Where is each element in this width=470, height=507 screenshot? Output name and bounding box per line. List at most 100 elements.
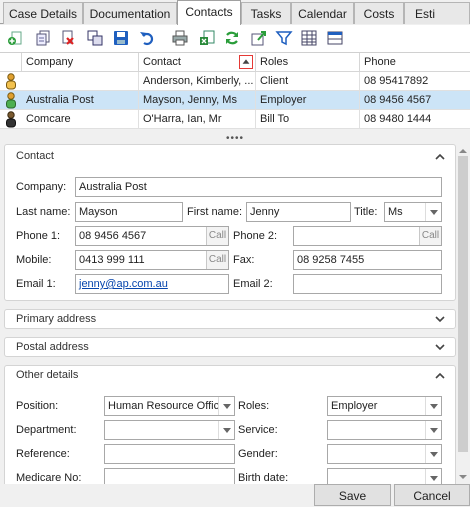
tab-contacts[interactable]: Contacts bbox=[177, 0, 241, 25]
tab-estimates[interactable]: Esti bbox=[404, 2, 470, 24]
grid-header-icon-col bbox=[0, 53, 22, 72]
call-phone2-button[interactable]: Call bbox=[419, 227, 441, 245]
print-icon[interactable] bbox=[170, 28, 190, 48]
cell-phone: 08 95417892 bbox=[364, 75, 429, 87]
chevron-down-icon[interactable] bbox=[218, 397, 234, 415]
scroll-thumb[interactable] bbox=[458, 156, 468, 452]
grid-header-contact-label: Contact bbox=[143, 56, 181, 68]
position-select[interactable]: Human Resource Offic bbox=[104, 396, 235, 416]
toolbar bbox=[0, 25, 470, 53]
phone1-field[interactable]: 08 9456 4567 Call bbox=[75, 226, 229, 246]
cell-contact: Mayson, Jenny, Ms bbox=[139, 91, 256, 110]
grid-header: Company Contact Roles Phone bbox=[0, 53, 470, 72]
grid-header-phone[interactable]: Phone bbox=[360, 53, 470, 72]
gender-select[interactable] bbox=[327, 444, 442, 464]
columns-icon[interactable] bbox=[299, 28, 319, 48]
call-mobile-button[interactable]: Call bbox=[206, 251, 228, 269]
call-phone1-button[interactable]: Call bbox=[206, 227, 228, 245]
roles-label: Roles: bbox=[238, 400, 270, 412]
medicare-field[interactable] bbox=[104, 468, 235, 484]
position-label: Position: bbox=[16, 400, 59, 412]
tab-case-details[interactable]: Case Details bbox=[3, 2, 83, 24]
section-title-postal-address: Postal address bbox=[16, 341, 89, 353]
table-row[interactable]: Anderson, Kimberly, ... Client 08 954178… bbox=[0, 72, 470, 91]
grid-header-roles[interactable]: Roles bbox=[256, 53, 360, 72]
fax-label: Fax: bbox=[233, 254, 255, 266]
section-title-primary-address: Primary address bbox=[16, 313, 97, 325]
import-icon[interactable] bbox=[249, 28, 269, 48]
birth-date-field[interactable] bbox=[327, 468, 442, 484]
reference-field[interactable] bbox=[104, 444, 235, 464]
chevron-down-icon[interactable] bbox=[425, 445, 441, 463]
save-icon[interactable] bbox=[111, 28, 131, 48]
scroll-down-icon[interactable] bbox=[456, 470, 470, 484]
duplicate-icon[interactable] bbox=[85, 28, 105, 48]
lastname-field[interactable]: Mayson bbox=[75, 202, 183, 222]
tab-costs[interactable]: Costs bbox=[354, 2, 404, 24]
department-label: Department: bbox=[16, 424, 77, 436]
copy-contact-icon[interactable] bbox=[33, 28, 53, 48]
mobile-field[interactable]: 0413 999 111 Call bbox=[75, 250, 229, 270]
chevron-down-icon[interactable] bbox=[425, 203, 441, 221]
chevron-down-icon[interactable] bbox=[435, 316, 445, 323]
table-row[interactable]: Comcare O'Harra, Ian, Mr Bill To 08 9480… bbox=[0, 110, 470, 129]
refresh-icon[interactable] bbox=[222, 28, 242, 48]
chevron-down-icon[interactable] bbox=[218, 421, 234, 439]
section-title-other-details: Other details bbox=[16, 369, 79, 381]
chevron-up-icon[interactable] bbox=[435, 153, 445, 160]
cell-company: Comcare bbox=[22, 110, 139, 129]
chevron-down-icon[interactable] bbox=[425, 469, 441, 484]
chevron-down-icon[interactable] bbox=[425, 397, 441, 415]
chevron-up-icon[interactable] bbox=[435, 372, 445, 379]
grid-header-company[interactable]: Company bbox=[22, 53, 139, 72]
chevron-down-icon[interactable] bbox=[435, 344, 445, 351]
email1-field[interactable]: jenny@ap.com.au bbox=[75, 274, 229, 294]
position-value: Human Resource Offic bbox=[108, 400, 220, 412]
roles-value: Employer bbox=[331, 400, 378, 412]
cancel-button[interactable]: Cancel bbox=[394, 484, 470, 506]
person-icon bbox=[5, 73, 17, 90]
tab-bar: Case Details Documentation Contacts Task… bbox=[0, 0, 470, 25]
roles-select[interactable]: Employer bbox=[327, 396, 442, 416]
birth-date-label: Birth date: bbox=[238, 472, 289, 484]
sort-ascending-icon[interactable] bbox=[239, 55, 253, 69]
postal-address-section[interactable]: Postal address bbox=[4, 337, 456, 357]
mobile-value: 0413 999 111 bbox=[79, 254, 145, 266]
tab-tasks[interactable]: Tasks bbox=[241, 2, 291, 24]
lastname-value: Mayson bbox=[79, 206, 118, 218]
gender-label: Gender: bbox=[238, 448, 278, 460]
save-button[interactable]: Save bbox=[314, 484, 391, 506]
phone2-label: Phone 2: bbox=[233, 230, 278, 242]
add-contact-icon[interactable] bbox=[6, 28, 26, 48]
undo-icon[interactable] bbox=[137, 28, 157, 48]
phone1-label: Phone 1: bbox=[16, 230, 61, 242]
splitter-handle[interactable]: •••• bbox=[0, 134, 470, 144]
section-title-contact: Contact bbox=[16, 150, 54, 162]
chevron-down-icon[interactable] bbox=[425, 421, 441, 439]
title-select[interactable]: Ms bbox=[384, 202, 442, 222]
grid-header-contact[interactable]: Contact bbox=[139, 53, 256, 72]
filter-icon[interactable] bbox=[274, 28, 294, 48]
service-label: Service: bbox=[238, 424, 278, 436]
tab-documentation[interactable]: Documentation bbox=[83, 2, 177, 24]
form-scrollbar[interactable] bbox=[456, 144, 470, 484]
title-value: Ms bbox=[388, 206, 403, 218]
primary-address-section[interactable]: Primary address bbox=[4, 309, 456, 329]
reference-label: Reference: bbox=[16, 448, 70, 460]
department-select[interactable] bbox=[104, 420, 235, 440]
cell-role: Client bbox=[256, 72, 360, 91]
email1-label: Email 1: bbox=[16, 278, 56, 290]
fax-field[interactable]: 08 9258 7455 bbox=[293, 250, 442, 270]
export-icon[interactable] bbox=[197, 28, 217, 48]
delete-contact-icon[interactable] bbox=[58, 28, 78, 48]
service-select[interactable] bbox=[327, 420, 442, 440]
contacts-grid: Company Contact Roles Phone Anderson, Ki… bbox=[0, 52, 470, 129]
table-row-selected[interactable]: Australia Post Mayson, Jenny, Ms Employe… bbox=[0, 91, 470, 110]
layout-icon[interactable] bbox=[325, 28, 345, 48]
phone2-field[interactable]: Call bbox=[293, 226, 442, 246]
email2-field[interactable] bbox=[293, 274, 442, 294]
tab-calendar[interactable]: Calendar bbox=[291, 2, 354, 24]
firstname-field[interactable]: Jenny bbox=[246, 202, 351, 222]
email1-link[interactable]: jenny@ap.com.au bbox=[79, 278, 168, 290]
company-field[interactable]: Australia Post bbox=[75, 177, 442, 197]
